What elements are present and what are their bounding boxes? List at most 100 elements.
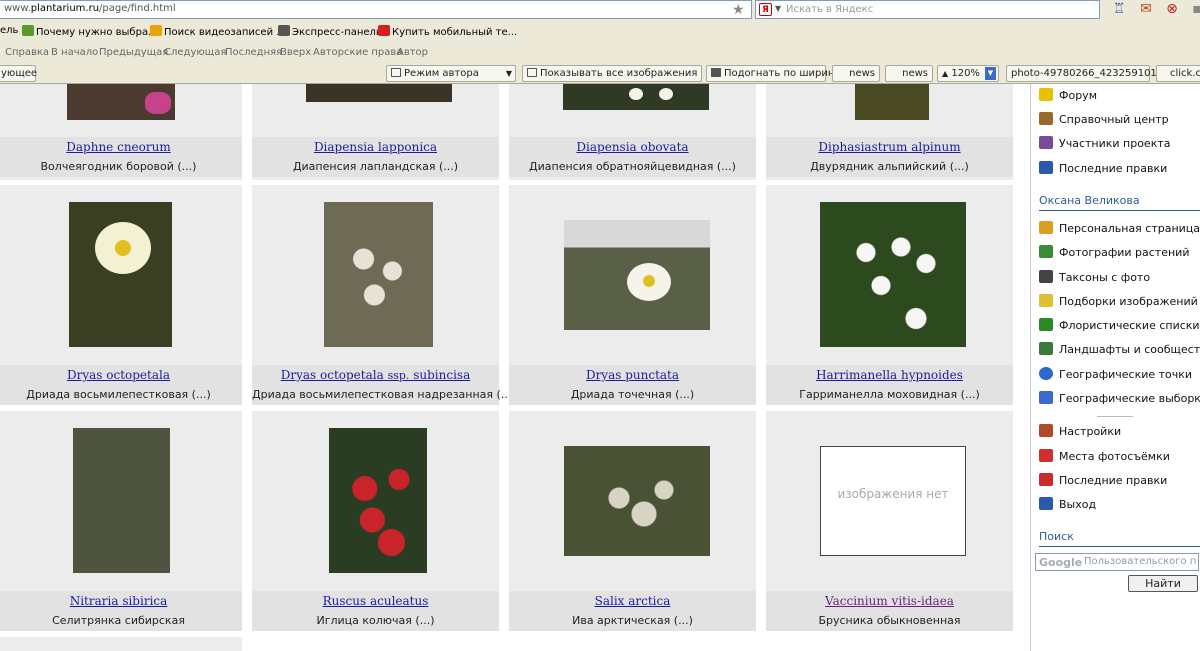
bookmark-star-icon[interactable]: ★ (732, 2, 745, 18)
sidebar-item-taxa-with-photo[interactable]: Таксоны с фото (1039, 268, 1150, 288)
nav-link-help[interactable]: Справка (5, 47, 49, 58)
photo-icon (1039, 245, 1053, 258)
plant-latin-link[interactable]: Vaccinium vitis-idaea (766, 594, 1013, 608)
sidebar-item-recent-edits[interactable]: Последние правки (1039, 159, 1167, 179)
flowers-highlight (846, 225, 946, 335)
site-search-input[interactable]: Google Пользовательского по (1035, 553, 1199, 571)
search-placeholder: Искать в Яндекс (786, 4, 874, 15)
bookmark-item[interactable]: Почему нужно выбра... (22, 25, 158, 38)
sidebar-item-geo-selections[interactable]: Географические выборки (1039, 389, 1200, 409)
flower-highlight (145, 92, 171, 114)
nav-link-copyright[interactable]: Авторские права (313, 47, 402, 58)
news-button[interactable]: news (832, 65, 880, 82)
sidebar-item-forum[interactable]: Форум (1039, 86, 1097, 106)
bookmark-item[interactable]: Купить мобильный те... (378, 25, 517, 38)
click-button[interactable]: click.c (1156, 65, 1200, 82)
plant-caption: Ruscus aculeatus Иглица колючая (...) (252, 591, 499, 631)
star-icon (150, 25, 162, 36)
news-button[interactable]: news (885, 65, 933, 82)
url-text: www.plantarium.ru/page/find.html (4, 3, 176, 14)
nav-link-author[interactable]: Автор (397, 47, 428, 58)
landscape-icon (1039, 342, 1053, 355)
plant-latin-link[interactable]: Diphasiastrum alpinum (766, 140, 1013, 154)
search-bar[interactable]: Я ▼ Искать в Яндекс (755, 0, 1100, 19)
plant-latin-link[interactable]: Dryas punctata (509, 368, 756, 382)
plant-thumbnail[interactable] (855, 84, 929, 120)
address-bar[interactable]: www.plantarium.ru/page/find.html ★ (0, 0, 752, 19)
nav-link-up[interactable]: Вверх (280, 47, 311, 58)
sidebar-item-floristic-lists[interactable]: Флористические списки (1039, 316, 1200, 336)
nav-link-next[interactable]: Следующая (164, 47, 226, 58)
geo-selections-icon (1039, 391, 1053, 404)
plant-latin-link[interactable]: Ruscus aculeatus (252, 594, 499, 608)
nav-link-last[interactable]: Последняя (225, 47, 282, 58)
sidebar-item-landscapes[interactable]: Ландшафты и сообщества (1039, 340, 1200, 360)
plant-latin-link[interactable]: Harrimanella hypnoides (766, 368, 1013, 382)
person-icon (1039, 221, 1053, 234)
site-search-placeholder: Пользовательского по (1084, 556, 1196, 567)
zoom-select[interactable]: ▲ 120% ▼ (937, 65, 999, 82)
photo-id-button[interactable]: photo-49780266_423259101 (1006, 65, 1157, 82)
chevron-down-icon[interactable]: ▼ (775, 4, 781, 13)
sidebar-item-help-center[interactable]: Справочный центр (1039, 110, 1169, 130)
plant-card: Daphne cneorum Волчеягодник боровой (...… (0, 84, 242, 180)
bookmark-item[interactable]: ель (0, 25, 18, 36)
plant-thumbnail[interactable] (306, 84, 452, 102)
plant-russian-name: Ива арктическая (...) (572, 614, 693, 627)
plant-latin-link[interactable]: Diapensia lapponica (252, 140, 499, 154)
bookmarks-bar: ель Почему нужно выбра... Поиск видеозап… (0, 22, 1200, 42)
help-center-icon (1039, 112, 1053, 125)
plant-latin-link[interactable]: Dryas octopetala ssp. subincisa (252, 368, 499, 382)
antivirus-icon[interactable]: ⊗ (1163, 1, 1181, 18)
sidebar-item-logout[interactable]: Выход (1039, 495, 1096, 515)
addon-icon[interactable]: ♖ (1110, 1, 1128, 18)
no-image-placeholder[interactable]: изображения нет (820, 446, 966, 556)
members-icon (1039, 136, 1053, 149)
sidebar-item-settings[interactable]: Настройки (1039, 422, 1121, 442)
plant-card: Diapensia obovata Диапенсия обратнояйцев… (509, 84, 756, 180)
fit-width-button[interactable]: Подогнать по ширине (706, 65, 841, 82)
fit-width-icon (711, 68, 721, 77)
plant-latin-link[interactable]: Daphne cneorum (0, 140, 242, 154)
plant-russian-name: Селитрянка сибирская (52, 614, 185, 627)
sidebar-item-plant-photos[interactable]: Фотографии растений (1039, 243, 1189, 263)
sidebar-item-personal-page[interactable]: Персональная страница (1039, 219, 1200, 239)
sidebar-item-geo-points[interactable]: Географические точки (1039, 365, 1192, 385)
plant-thumbnail[interactable] (73, 428, 170, 573)
yandex-icon[interactable]: Я (759, 3, 772, 16)
navigation-links-bar: Справка В начало Предыдущая Следующая По… (0, 46, 1200, 62)
plant-russian-name: Иглица колючая (...) (316, 614, 435, 627)
plant-latin-link[interactable]: Dryas octopetala (0, 368, 242, 382)
plant-latin-link[interactable]: Diapensia obovata (509, 140, 756, 154)
mail-icon[interactable]: ✉ (1137, 1, 1155, 18)
sidebar-item-photo-places[interactable]: Места фотосъёмки (1039, 447, 1170, 467)
forum-icon (1039, 88, 1053, 101)
plant-caption: Diapensia lapponica Диапенсия лапландска… (252, 137, 499, 177)
plant-card: Salix arctica Ива арктическая (...) (509, 411, 756, 631)
bookmark-item[interactable]: Поиск видеозаписей ... (150, 25, 286, 38)
plant-latin-link[interactable]: Nitraria sibirica (0, 594, 242, 608)
no-image-text: изображения нет (837, 487, 949, 501)
plant-latin-link[interactable]: Salix arctica (509, 594, 756, 608)
sidebar-item-recent-edits-2[interactable]: Последние правки (1039, 471, 1167, 491)
sidebar-item-image-collections[interactable]: Подборки изображений (1039, 292, 1198, 312)
nav-link-home[interactable]: В начало (51, 47, 98, 58)
show-all-images-button[interactable]: Показывать все изображения (522, 65, 702, 82)
bookmark-item[interactable]: Экспресс-панель (278, 25, 382, 38)
extension-icon[interactable]: ▪ (1188, 1, 1200, 18)
plant-caption: Diapensia obovata Диапенсия обратнояйцев… (509, 137, 756, 177)
plant-caption: Daphne cneorum Волчеягодник боровой (...… (0, 137, 242, 177)
nav-link-previous[interactable]: Предыдущая (99, 47, 168, 58)
plant-russian-name: Дриада восьмилепестковая надрезанная (..… (252, 388, 516, 401)
author-mode-select[interactable]: Режим автора ▼ (386, 65, 516, 82)
find-button[interactable]: Найти (1128, 575, 1198, 592)
chevron-down-icon: ▼ (985, 67, 996, 80)
recent-edits-icon (1039, 473, 1053, 486)
plant-russian-name: Волчеягодник боровой (...) (40, 160, 197, 173)
next-button[interactable]: ующее (0, 65, 37, 82)
sidebar-item-members[interactable]: Участники проекта (1039, 134, 1171, 154)
sidebar-user-name[interactable]: Оксана Великова (1039, 194, 1200, 211)
settings-icon (1039, 424, 1053, 437)
geo-points-icon (1039, 367, 1053, 380)
plant-card: Nitraria sibirica Селитрянка сибирская (0, 411, 242, 631)
